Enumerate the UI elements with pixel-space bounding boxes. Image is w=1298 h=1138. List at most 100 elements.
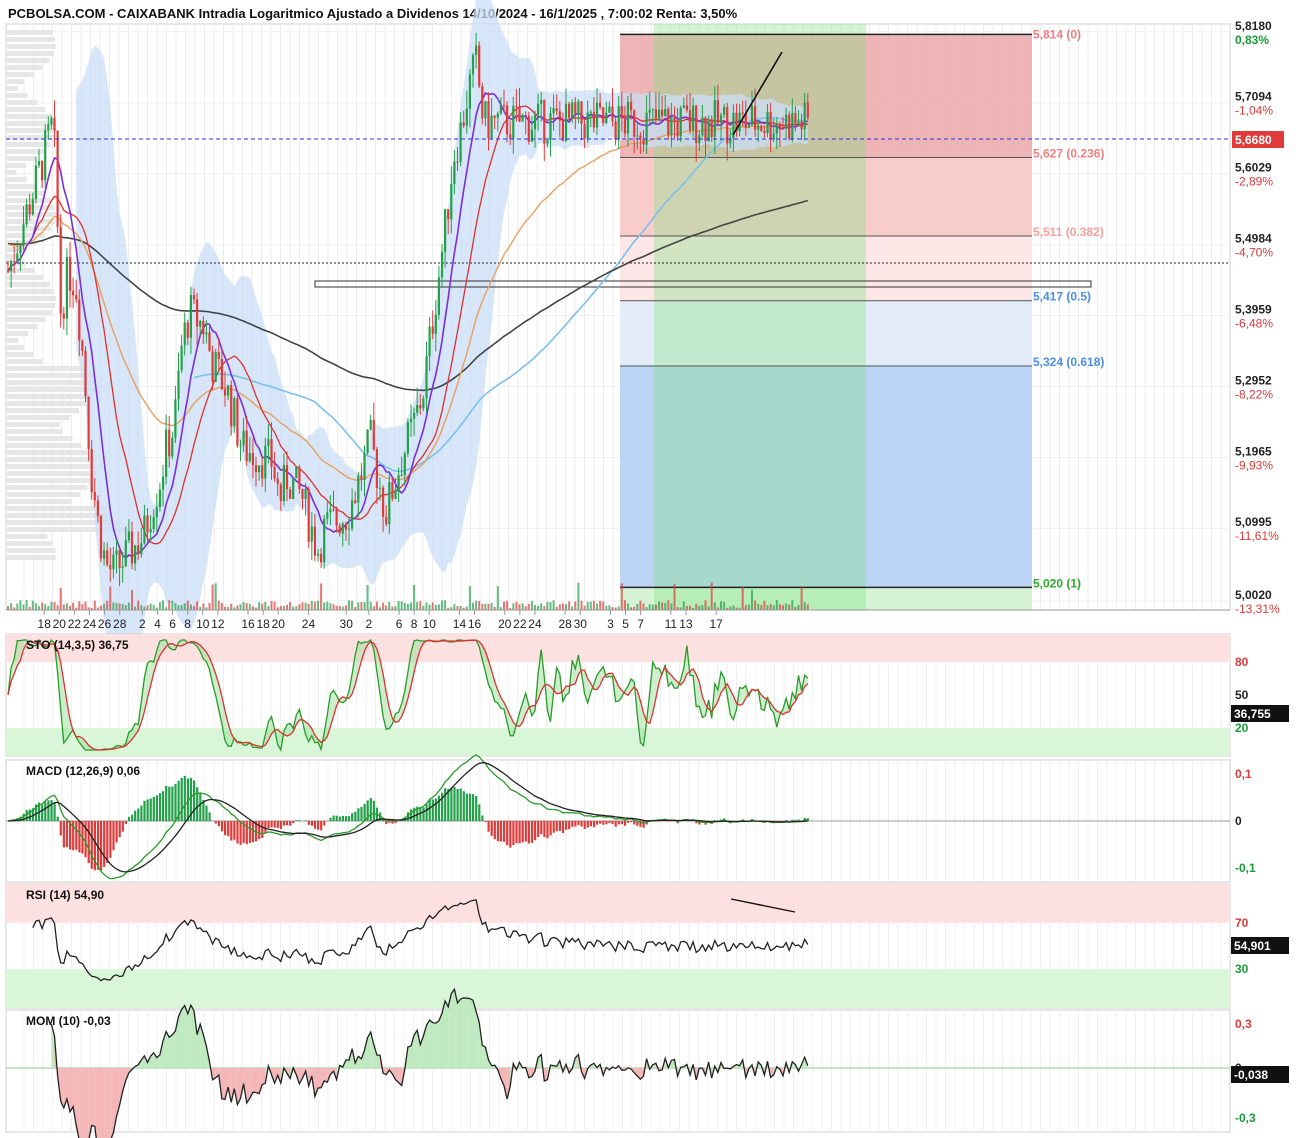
macd-hist-bar (109, 821, 112, 858)
mom-area (85, 1068, 89, 1138)
volume-bar (115, 602, 118, 610)
mom-area (256, 1068, 260, 1094)
candle (171, 437, 174, 457)
macd-hist-bar (512, 821, 515, 846)
macd-hist-bar (499, 821, 503, 842)
candle (695, 105, 698, 144)
volume-profile-bar (6, 338, 19, 343)
candle (196, 299, 199, 327)
macd-hist-bar (155, 795, 158, 821)
volume-bar (583, 605, 586, 610)
macd-hist-bar (112, 821, 115, 851)
fib-label: 5,814 (0) (1033, 27, 1081, 41)
candle (502, 105, 506, 107)
candle (161, 476, 165, 490)
volume-profile-bar (6, 65, 43, 70)
volume-bar (772, 605, 775, 610)
volume-bar (10, 603, 13, 610)
volume-bar (261, 603, 264, 610)
date-label: 30 (574, 617, 588, 631)
mom-area (414, 1030, 418, 1068)
candle (301, 488, 304, 499)
candle (233, 397, 236, 427)
macd-hist-bar (667, 821, 670, 822)
candle (72, 290, 75, 296)
volume-bar (146, 605, 149, 610)
candle (298, 467, 301, 489)
volume-bar (484, 603, 487, 610)
fib-label: 5,511 (0.382) (1033, 225, 1104, 239)
volume-profile-bar (6, 394, 93, 399)
macd-hist-bar (332, 815, 335, 821)
volume-profile-bar (6, 401, 87, 406)
candle (413, 412, 416, 419)
candle (344, 523, 347, 530)
date-label: 14 (453, 617, 467, 631)
volume-bar (713, 602, 716, 610)
mom-area (438, 1013, 442, 1068)
macd-hist-bar (273, 821, 276, 828)
candle (75, 295, 78, 300)
volume-bar (707, 606, 710, 610)
candle (186, 322, 189, 338)
candle (78, 299, 81, 341)
price-pct-label: -9,93% (1235, 458, 1273, 472)
macd-hist-bar (304, 820, 307, 821)
candle (605, 112, 608, 123)
macd-hist-bar (372, 800, 375, 821)
candle (158, 489, 161, 508)
candle (289, 489, 292, 499)
volume-bar (131, 589, 133, 610)
macd-hist-bar (313, 821, 317, 829)
candle (217, 352, 220, 360)
price-pct-label: 0,83% (1235, 33, 1269, 47)
volume-bar (344, 605, 347, 610)
volume-bar (50, 601, 53, 610)
volume-bar (106, 600, 109, 610)
candle (282, 464, 285, 501)
volume-bar (59, 587, 62, 610)
macd-hist-bar (317, 821, 320, 830)
volume-profile-bar (6, 72, 35, 77)
volume-bar (47, 605, 50, 610)
volume-bar (534, 605, 536, 610)
volume-bar (112, 602, 115, 610)
sto-tick: 80 (1235, 655, 1249, 669)
volume-bar (239, 604, 242, 610)
rsi-tick: 30 (1235, 962, 1249, 976)
macd-hist-bar (558, 821, 561, 832)
candle (279, 484, 282, 501)
volume-bar (267, 606, 270, 610)
candle (465, 108, 468, 126)
mom-area (469, 998, 473, 1068)
candle (90, 449, 93, 492)
volume-bar (806, 604, 809, 610)
price-tick-label: 5,7094 (1235, 90, 1272, 104)
volume-profile-bar (6, 289, 55, 294)
volume-bar (72, 602, 75, 610)
macd-hist-bar (196, 787, 199, 821)
candle (103, 550, 106, 559)
volume-bar (264, 601, 267, 610)
volume-profile-bar (6, 191, 45, 196)
volume-profile-bar (6, 149, 44, 154)
macd-hist-bar (47, 800, 50, 821)
date-label: 16 (468, 617, 482, 631)
rsi-label: RSI (14) 54,90 (26, 888, 104, 902)
mom-area (82, 1068, 86, 1138)
volume-profile-bar (6, 555, 56, 560)
macd-hist-bar (422, 807, 425, 821)
volume-profile-bar (6, 58, 50, 63)
candle (295, 467, 298, 479)
candle (25, 204, 28, 225)
macd-hist-bar (465, 793, 468, 821)
volume-profile-bar (6, 296, 56, 301)
volume-bar (431, 602, 434, 610)
candle (518, 106, 521, 122)
candle (208, 332, 211, 352)
macd-hist-bar (388, 821, 391, 823)
date-label: 10 (196, 617, 210, 631)
candle (620, 106, 623, 119)
volume-profile-bar (6, 51, 55, 56)
volume-profile-bar (6, 331, 29, 336)
